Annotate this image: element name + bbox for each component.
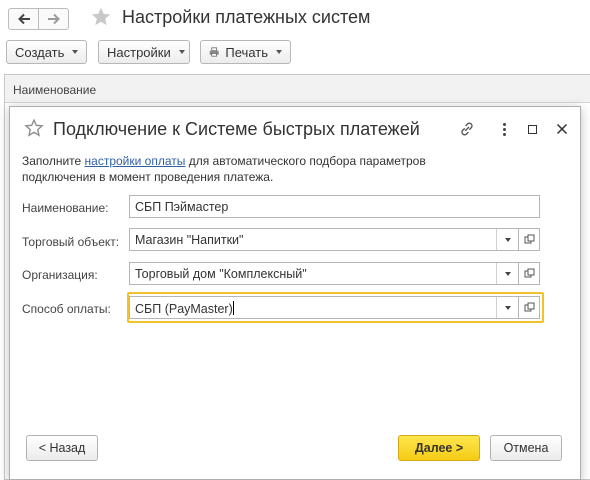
organization-select[interactable]: Торговый дом "Комплексный" [129, 262, 519, 285]
dialog-title: Подключение к Системе быстрых платежей [53, 119, 420, 139]
print-button[interactable]: Печать [200, 40, 291, 64]
create-button-label: Создать [15, 44, 65, 60]
trade-object-dropdown-button[interactable] [496, 229, 518, 250]
chevron-down-icon [504, 237, 511, 242]
organization-label: Организация: [22, 268, 98, 282]
close-icon [556, 123, 568, 135]
trade-object-open-button[interactable] [519, 228, 540, 251]
main-window-header: Настройки платежных систем [0, 0, 590, 38]
chevron-down-icon [178, 50, 185, 54]
open-form-icon [524, 234, 534, 244]
text-caret [232, 301, 234, 315]
payment-method-label: Способ оплаты: [22, 302, 111, 316]
column-header-name[interactable]: Наименование [5, 75, 590, 103]
organization-open-button[interactable] [519, 262, 540, 285]
info-text: Заполните настройки оплаты для автоматич… [22, 153, 482, 185]
name-input[interactable]: СБП Пэймастер [129, 195, 540, 218]
maximize-button[interactable] [523, 120, 541, 138]
link-icon [461, 122, 473, 136]
next-button[interactable]: Далее > [398, 435, 480, 461]
arrow-left-icon [17, 13, 30, 25]
forward-nav-button[interactable] [38, 8, 69, 30]
back-button[interactable]: < Назад [26, 435, 98, 461]
trade-object-label: Торговый объект: [22, 235, 120, 249]
name-label: Наименование: [22, 201, 109, 215]
maximize-icon [527, 124, 537, 134]
copy-link-button[interactable] [458, 120, 476, 138]
payment-settings-link[interactable]: настройки оплаты [85, 154, 186, 168]
payment-method-value: СБП (PayMaster) [135, 302, 233, 316]
chevron-down-icon [504, 271, 511, 276]
open-form-icon [524, 268, 534, 278]
payment-method-open-button[interactable] [519, 296, 540, 319]
star-icon[interactable] [24, 118, 44, 138]
trade-object-value: Магазин "Напитки" [135, 233, 244, 247]
create-button[interactable]: Создать [6, 40, 87, 64]
main-toolbar: Создать Настройки Печать [0, 40, 590, 66]
organization-value: Торговый дом "Комплексный" [135, 267, 307, 281]
chevron-down-icon [72, 50, 79, 54]
chevron-down-icon [276, 50, 282, 54]
payment-method-dropdown-button[interactable] [496, 297, 518, 318]
close-button[interactable] [553, 120, 571, 138]
payment-method-value-wrap: СБП (PayMaster) [135, 301, 234, 316]
back-nav-button[interactable] [8, 8, 39, 30]
star-icon[interactable] [90, 6, 112, 28]
main-window-title: Настройки платежных систем [122, 7, 371, 27]
connection-dialog: Подключение к Системе быстрых платежей З… [9, 106, 581, 480]
organization-dropdown-button[interactable] [496, 263, 518, 284]
printer-icon [209, 47, 219, 57]
more-icon [502, 122, 506, 136]
arrow-right-icon [47, 13, 60, 25]
payment-method-select[interactable]: СБП (PayMaster) [129, 296, 519, 319]
trade-object-select[interactable]: Магазин "Напитки" [129, 228, 519, 251]
more-menu-button[interactable] [495, 120, 513, 138]
cancel-button[interactable]: Отмена [490, 435, 562, 461]
open-form-icon [524, 302, 534, 312]
info-text-before: Заполните [22, 154, 85, 168]
settings-button-label: Настройки [107, 44, 171, 60]
print-button-label: Печать [225, 44, 268, 60]
settings-button[interactable]: Настройки [98, 40, 190, 64]
chevron-down-icon [504, 305, 511, 310]
